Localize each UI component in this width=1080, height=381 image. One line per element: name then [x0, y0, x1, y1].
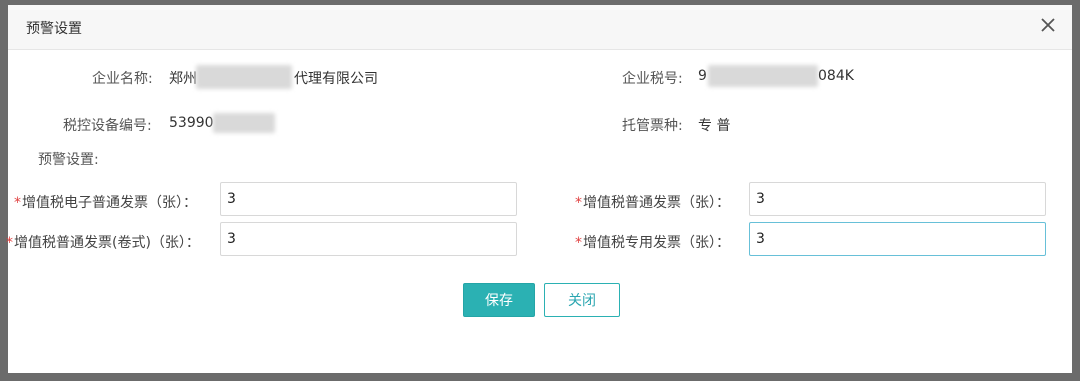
company-name-prefix: 郑州 — [169, 71, 197, 87]
save-button[interactable]: 保存 — [463, 283, 535, 317]
company-name-label: 企业名称: — [92, 71, 153, 87]
field-label-electronic-invoice: *增值税电子普通发票（张）： — [14, 192, 197, 212]
tax-id-redaction — [708, 65, 818, 87]
required-star: * — [14, 195, 21, 211]
special-invoice-input[interactable] — [749, 222, 1046, 256]
company-name-redaction — [196, 65, 292, 89]
field-label-text: 增值税专用发票（张）： — [583, 235, 730, 251]
warning-section-label: 预警设置: — [38, 152, 99, 168]
ordinary-invoice-input[interactable] — [749, 182, 1046, 216]
tax-id-suffix: 084K — [818, 68, 854, 84]
device-number-label: 税控设备编号: — [63, 118, 152, 134]
tax-id-prefix: 9 — [698, 68, 707, 84]
warning-settings-dialog: 预警设置 企业名称: 郑州 代理有限公司 企业税号: 9 084K 税控设备编号… — [6, 5, 1072, 373]
device-number-prefix: 53990 — [169, 115, 214, 131]
field-label-ordinary-invoice: *增值税普通发票（张）： — [575, 192, 730, 212]
dialog-title: 预警设置 — [26, 21, 82, 37]
watermark-logo-icon — [10, 351, 44, 371]
watermark: 大数跨境 — [10, 347, 124, 374]
watermark-text: 大数跨境 — [48, 351, 125, 373]
required-star: * — [575, 195, 582, 211]
ticket-type-label: 托管票种: — [622, 118, 683, 134]
field-label-text: 增值税普通发票(卷式)（张）： — [14, 235, 200, 251]
ticket-type-value: 专 普 — [698, 118, 731, 134]
close-icon[interactable] — [1036, 13, 1060, 37]
field-label-text: 增值税普通发票（张）： — [583, 195, 730, 211]
tax-id-label: 企业税号: — [622, 71, 683, 87]
required-star: * — [6, 235, 13, 251]
required-star: * — [575, 235, 582, 251]
close-button[interactable]: 关闭 — [544, 283, 620, 317]
field-label-text: 增值税电子普通发票（张）： — [22, 195, 197, 211]
dialog-titlebar: 预警设置 — [8, 5, 1072, 50]
field-label-special-invoice: *增值税专用发票（张）： — [575, 232, 730, 252]
device-number-redaction — [213, 113, 275, 133]
company-name-suffix: 代理有限公司 — [294, 71, 378, 87]
field-label-roll-invoice: *增值税普通发票(卷式)（张）： — [6, 232, 200, 252]
electronic-invoice-input[interactable] — [220, 182, 517, 216]
roll-invoice-input[interactable] — [220, 222, 517, 256]
